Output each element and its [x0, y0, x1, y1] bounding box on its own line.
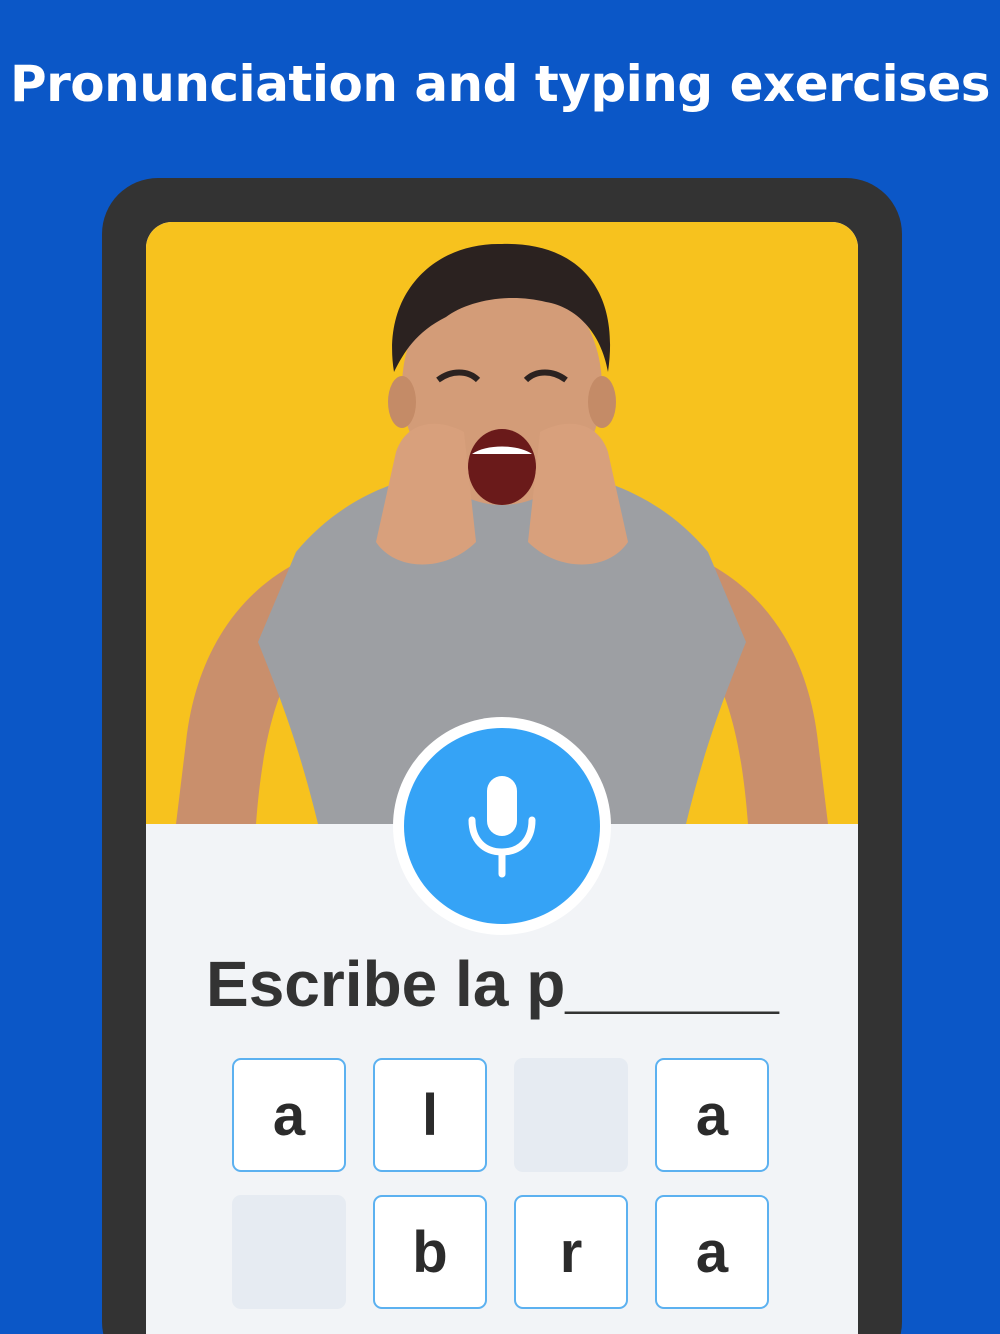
- empty-letter-slot: [232, 1195, 346, 1309]
- empty-letter-slot: [514, 1058, 628, 1172]
- letter-tile[interactable]: a: [655, 1195, 769, 1309]
- app-store-screenshot: Pronunciation and typing exercises Escri…: [0, 0, 1000, 1334]
- microphone-button[interactable]: [404, 728, 600, 924]
- headline: Pronunciation and typing exercises: [9, 55, 991, 113]
- letter-tile[interactable]: l: [373, 1058, 487, 1172]
- exercise-prompt: Escribe la p______: [206, 948, 779, 1020]
- mic-button-ring: [393, 717, 611, 935]
- microphone-icon: [468, 776, 536, 878]
- letter-tile[interactable]: b: [373, 1195, 487, 1309]
- letter-tile[interactable]: a: [655, 1058, 769, 1172]
- letter-tile[interactable]: a: [232, 1058, 346, 1172]
- letter-tile[interactable]: r: [514, 1195, 628, 1309]
- app-screen: Escribe la p______ a l a b r a: [146, 222, 858, 1334]
